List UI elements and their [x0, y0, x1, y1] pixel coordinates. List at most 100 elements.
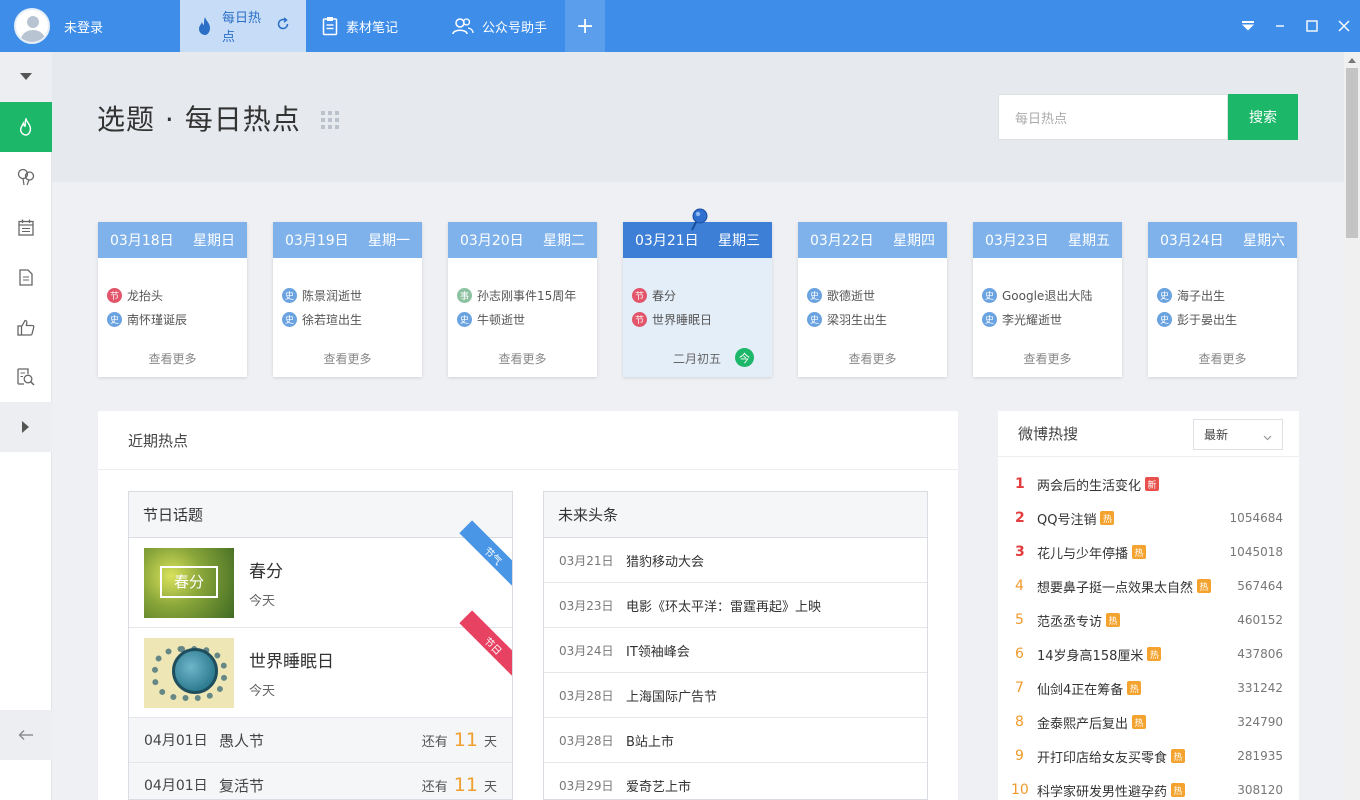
- card-event[interactable]: 节龙抬头: [107, 283, 247, 307]
- festival-when: 今天: [249, 683, 276, 699]
- hot-search-row[interactable]: 5 范丞丞专访热 460152: [998, 603, 1299, 637]
- headline-date: 03月28日: [559, 688, 614, 703]
- event-text: 歌德逝世: [827, 288, 876, 303]
- view-more-link[interactable]: 查看更多: [98, 350, 247, 367]
- hot-search-row[interactable]: 6 14岁身高158厘米热 437806: [998, 637, 1299, 671]
- card-event[interactable]: 史徐若瑄出生: [282, 307, 422, 331]
- headline-row[interactable]: 03月23日 电影《环太平洋：雷霆再起》上映: [544, 583, 927, 628]
- date-card[interactable]: 03月23日 星期五 史 Google退出大陆 史李光耀逝世 查看更多: [973, 222, 1122, 377]
- close-icon[interactable]: [1328, 20, 1360, 32]
- heat-count: 331242: [1237, 681, 1283, 695]
- sidebar-item-calendar[interactable]: [0, 202, 52, 252]
- sidebar-item-document[interactable]: [0, 252, 52, 302]
- user-area[interactable]: 未登录: [0, 0, 180, 52]
- hot-search-row[interactable]: 10 科学家研发男性避孕药热 308120: [998, 773, 1299, 800]
- date-card[interactable]: 03月20日 星期二 事孙志刚事件15周年 史牛顿逝世 查看更多: [448, 222, 597, 377]
- headline-text: 爱奇艺上市: [626, 779, 692, 795]
- countdown-prefix: 还有: [421, 779, 448, 795]
- card-event[interactable]: 史牛顿逝世: [457, 307, 597, 331]
- maximize-icon[interactable]: [1296, 20, 1328, 32]
- tab-material-notes[interactable]: 素材笔记: [306, 0, 414, 52]
- countdown: 还有 11 天: [422, 729, 497, 751]
- date-card[interactable]: 03月19日 星期一 史陈景润逝世 史徐若瑄出生 查看更多: [273, 222, 422, 377]
- festival-badge: 节: [107, 287, 122, 303]
- card-date: 03月19日: [285, 233, 349, 249]
- card-event[interactable]: 史彭于晏出生: [1157, 307, 1297, 331]
- sidebar-expand-button[interactable]: [0, 402, 52, 452]
- grid-icon[interactable]: [320, 110, 340, 134]
- hot-search-row[interactable]: 4 想要鼻子挺一点效果太自然热 567464: [998, 569, 1299, 603]
- hot-search-title: 科学家研发男性避孕药: [1037, 784, 1168, 800]
- card-event[interactable]: 史李光耀逝世: [982, 307, 1122, 331]
- scroll-up-icon[interactable]: [1344, 52, 1360, 68]
- rank: 4: [1015, 578, 1024, 594]
- sidebar-back-button[interactable]: [0, 710, 52, 760]
- view-more-link[interactable]: 查看更多: [798, 350, 947, 367]
- date-card[interactable]: 03月22日 星期四 史歌德逝世 史梁羽生出生 查看更多: [798, 222, 947, 377]
- sidebar-collapse-button[interactable]: [0, 52, 52, 102]
- card-event[interactable]: 史陈景润逝世: [282, 283, 422, 307]
- add-tab-button[interactable]: +: [565, 0, 606, 52]
- sidebar-item-like[interactable]: [0, 302, 52, 352]
- refresh-icon[interactable]: [276, 17, 290, 35]
- user-label[interactable]: 未登录: [64, 17, 103, 36]
- festival-row[interactable]: 04月01日 愚人节 还有 11 天: [129, 718, 512, 763]
- hot-search-title: 范丞丞专访: [1037, 614, 1103, 630]
- card-event[interactable]: 史海子出生: [1157, 283, 1297, 307]
- date-card[interactable]: 03月24日 星期六 史海子出生 史彭于晏出生 查看更多: [1148, 222, 1297, 377]
- avatar[interactable]: [14, 8, 50, 44]
- new-badge: 新: [1145, 477, 1160, 491]
- heat-count: 281935: [1237, 749, 1283, 763]
- date-card-today[interactable]: 03月21日 星期三 节春分 节世界睡眠日 二月初五 今: [623, 208, 772, 377]
- rank: 6: [1015, 646, 1024, 662]
- card-weekday: 星期二: [543, 233, 585, 249]
- hot-search-row[interactable]: 9 开打印店给女友买零食热 281935: [998, 739, 1299, 773]
- headline-row[interactable]: 03月28日 上海国际广告节: [544, 673, 927, 718]
- card-event[interactable]: 史歌德逝世: [807, 283, 947, 307]
- headline-row[interactable]: 03月29日 爱奇艺上市: [544, 763, 927, 799]
- card-event[interactable]: 事孙志刚事件15周年: [457, 283, 597, 307]
- vertical-scrollbar[interactable]: [1344, 52, 1360, 800]
- hot-badge: 热: [1132, 545, 1147, 559]
- card-event[interactable]: 节春分: [632, 283, 772, 307]
- clipboard-icon: [322, 16, 338, 36]
- card-event[interactable]: 节世界睡眠日: [632, 307, 772, 331]
- hot-search-row[interactable]: 1 两会后的生活变化新: [998, 467, 1299, 501]
- hot-search-row[interactable]: 7 仙剑4正在筹备热 331242: [998, 671, 1299, 705]
- festival-item[interactable]: 春分 春分 今天 节气: [129, 520, 512, 628]
- festival-row[interactable]: 04月01日 复活节 还有 11 天: [129, 763, 512, 799]
- festival-item[interactable]: 世界睡眠日 今天 节日: [129, 610, 512, 718]
- card-event[interactable]: 史梁羽生出生: [807, 307, 947, 331]
- hot-search-row[interactable]: 2 QQ号注销热 1054684: [998, 501, 1299, 535]
- search-input[interactable]: 每日热点: [998, 94, 1228, 140]
- sort-select[interactable]: 最新: [1193, 419, 1283, 450]
- hot-search-row[interactable]: 8 金泰熙产后复出热 324790: [998, 705, 1299, 739]
- minimize-icon[interactable]: [1264, 21, 1296, 31]
- dropdown-icon[interactable]: [1232, 21, 1264, 31]
- heat-count: 324790: [1237, 715, 1283, 729]
- card-event[interactable]: 史南怀瑾诞辰: [107, 307, 247, 331]
- view-more-link[interactable]: 查看更多: [973, 350, 1122, 367]
- hot-badge: 热: [1132, 715, 1147, 729]
- tab-wechat-helper[interactable]: 公众号助手: [414, 0, 563, 52]
- sidebar-item-hot[interactable]: [0, 102, 52, 152]
- sidebar-item-balloons[interactable]: [0, 152, 52, 202]
- view-more-link[interactable]: 查看更多: [273, 350, 422, 367]
- card-event[interactable]: 史 Google退出大陆: [982, 283, 1122, 307]
- headline-row[interactable]: 03月24日 IT领袖峰会: [544, 628, 927, 673]
- search-button[interactable]: 搜索: [1228, 94, 1298, 140]
- rank: 7: [1015, 680, 1024, 696]
- date-card[interactable]: 03月18日 星期日 节龙抬头 史南怀瑾诞辰 查看更多: [98, 222, 247, 377]
- box-title: 未来头条: [544, 492, 927, 538]
- sidebar-item-search-doc[interactable]: [0, 352, 52, 402]
- countdown: 还有 11 天: [422, 774, 497, 796]
- hot-search-row[interactable]: 3 花儿与少年停播热 1045018: [998, 535, 1299, 569]
- hot-badge: 热: [1171, 783, 1186, 797]
- view-more-link[interactable]: 查看更多: [448, 350, 597, 367]
- view-more-link[interactable]: 查看更多: [1148, 350, 1297, 367]
- headline-row[interactable]: 03月28日 B站上市: [544, 718, 927, 763]
- tab-daily-hot[interactable]: 每日热点: [180, 0, 306, 52]
- headline-row[interactable]: 03月21日 猎豹移动大会: [544, 538, 927, 583]
- card-date: 03月18日: [110, 233, 174, 249]
- scroll-thumb[interactable]: [1346, 68, 1358, 238]
